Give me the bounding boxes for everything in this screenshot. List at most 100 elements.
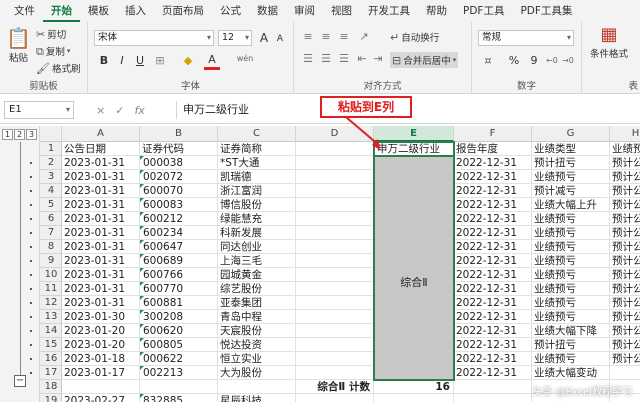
row-header-18[interactable]: 18 [40,380,62,394]
comma-button[interactable]: 9 [526,54,542,68]
data-cell[interactable]: 600881 [140,296,218,310]
data-cell[interactable]: 业绩预亏 [532,310,610,324]
data-cell[interactable]: 科新发展 [218,226,296,240]
data-cell[interactable]: 2022-12-31 [454,198,532,212]
row-header-3[interactable]: 3 [40,170,62,184]
grow-font-icon[interactable]: A [256,31,272,45]
data-cell[interactable]: 000038 [140,156,218,170]
data-cell[interactable]: 2023-01-30 [62,310,140,324]
tab-4[interactable]: 页面布局 [154,0,212,22]
header-cell-b[interactable]: 证券代码 [140,142,218,156]
confirm-icon[interactable]: ✓ [115,104,124,117]
data-cell[interactable]: 600770 [140,282,218,296]
empty-cell[interactable] [296,212,374,226]
empty-cell[interactable] [296,282,374,296]
data-cell[interactable]: 2023-01-31 [62,226,140,240]
outline-level-3[interactable]: 3 [26,129,37,140]
data-cell[interactable]: 002213 [140,366,218,380]
data-cell[interactable]: 天宸股份 [218,324,296,338]
currency-icon[interactable]: ¤ [480,54,496,68]
data-cell[interactable]: 业绩预亏 [532,254,610,268]
cut-button[interactable]: ✂ 剪切 [36,27,66,42]
outline-level-1[interactable]: 1 [2,129,13,140]
data-cell[interactable]: 2023-01-31 [62,296,140,310]
tab-1[interactable]: 开始 [43,0,80,22]
empty-cell[interactable] [296,310,374,324]
data-cell[interactable]: 2022-12-31 [454,156,532,170]
data-cell[interactable]: 2022-12-31 [454,226,532,240]
select-all-corner[interactable] [40,126,62,142]
row-header-19[interactable]: 19 [40,394,62,402]
name-box[interactable]: E1 ▾ [4,101,74,119]
data-cell[interactable]: 2022-12-31 [454,170,532,184]
data-cell[interactable]: 大为股份 [218,366,296,380]
data-cell[interactable]: 2022-12-31 [454,184,532,198]
data-cell[interactable]: 2023-01-31 [62,156,140,170]
data-cell[interactable]: 2023-01-31 [62,254,140,268]
empty-cell[interactable] [296,338,374,352]
data-cell[interactable]: 预计公 [610,226,640,240]
data-cell[interactable]: 2022-12-31 [454,254,532,268]
data-cell[interactable]: 业绩大幅变动 [532,366,610,380]
header-cell-f[interactable]: 报告年度 [454,142,532,156]
data-cell[interactable]: 预计扭亏 [532,156,610,170]
data-cell[interactable]: 2023-01-17 [62,366,140,380]
orientation-icon[interactable]: ↗ [356,30,372,44]
align-bottom-icon[interactable]: ≡ [336,30,352,44]
empty-cell[interactable] [454,394,532,402]
data-cell[interactable]: 300208 [140,310,218,324]
data-cell[interactable]: 预计公 [610,170,640,184]
data-cell[interactable]: 2023-01-31 [62,282,140,296]
tab-10[interactable]: 帮助 [418,0,455,22]
empty-cell[interactable] [374,394,454,402]
indent-decrease-icon[interactable]: ⇤ [354,52,370,66]
data-cell[interactable]: 600805 [140,338,218,352]
fill-color-icon[interactable]: ◆ [180,54,196,68]
shrink-font-icon[interactable]: A [272,32,288,46]
data-cell[interactable]: 2023-01-20 [62,324,140,338]
data-cell[interactable]: 预计公 [610,212,640,226]
data-cell[interactable]: 600234 [140,226,218,240]
empty-cell[interactable] [296,240,374,254]
row-header-2[interactable]: 2 [40,156,62,170]
data-cell[interactable]: 2022-12-31 [454,310,532,324]
row-header-6[interactable]: 6 [40,212,62,226]
empty-cell[interactable] [296,198,374,212]
tab-8[interactable]: 视图 [323,0,360,22]
empty-cell[interactable] [296,324,374,338]
empty-cell[interactable] [296,184,374,198]
data-cell[interactable]: 园城黄金 [218,268,296,282]
header-cell-h[interactable]: 业绩预 [610,142,640,156]
data-cell[interactable]: 业绩预亏 [532,170,610,184]
data-cell[interactable]: 预计公 [610,184,640,198]
empty-cell[interactable] [296,394,374,402]
tab-6[interactable]: 数据 [249,0,286,22]
data-cell[interactable]: *ST大通 [218,156,296,170]
row-header-1[interactable]: 1 [40,142,62,156]
tab-12[interactable]: PDF工具集 [512,0,580,22]
data-cell[interactable]: 恒立实业 [218,352,296,366]
row-header-4[interactable]: 4 [40,184,62,198]
outline-level-2[interactable]: 2 [14,129,25,140]
align-center-icon[interactable]: ☰ [318,52,334,66]
column-header-h[interactable]: H [610,126,640,142]
data-cell[interactable]: 预计公 [610,268,640,282]
data-cell[interactable]: 600689 [140,254,218,268]
data-cell[interactable]: 预计公 [610,338,640,352]
data-cell[interactable]: 预计公 [610,240,640,254]
row-header-12[interactable]: 12 [40,296,62,310]
data-cell[interactable]: 预计扭亏 [532,338,610,352]
empty-cell[interactable] [454,380,532,394]
data-cell[interactable]: 预计减亏 [532,184,610,198]
data-cell[interactable]: 预计公 [610,156,640,170]
data-cell[interactable]: 2022-12-31 [454,366,532,380]
wrap-text-button[interactable]: ↵ 自动换行 [390,30,439,45]
data-cell[interactable]: 上海三毛 [218,254,296,268]
column-header-c[interactable]: C [218,126,296,142]
data-cell[interactable]: 亚泰集团 [218,296,296,310]
phonetic-button[interactable]: wén [234,52,256,66]
empty-cell[interactable] [296,352,374,366]
empty-cell[interactable] [296,366,374,380]
data-cell[interactable]: 业绩预亏 [532,282,610,296]
data-cell[interactable]: 2023-01-31 [62,198,140,212]
